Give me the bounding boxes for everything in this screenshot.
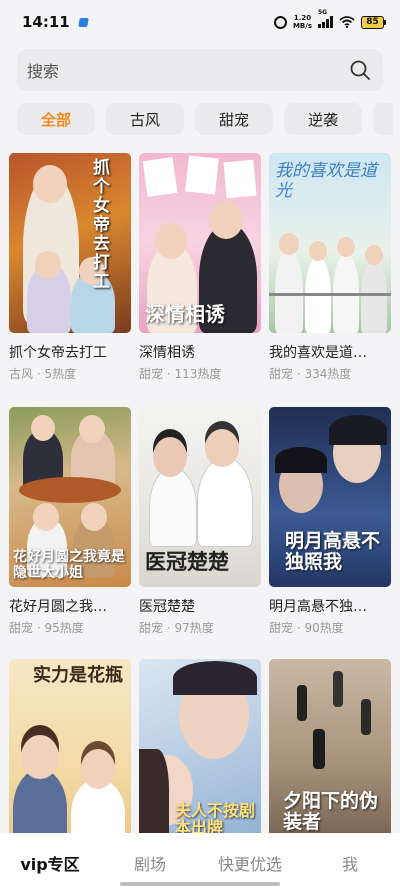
home-indicator[interactable] [120, 882, 280, 886]
drama-poster[interactable]: 夕阳下的伪装者 [269, 659, 391, 849]
poster-title-art: 明月高悬不独照我 [285, 530, 381, 574]
nav-theater[interactable]: 剧场 [100, 851, 200, 875]
drama-poster[interactable]: 花好月圆之我竟是隐世大小姐 [9, 407, 131, 587]
notification-icon [77, 17, 89, 27]
search-placeholder: 搜索 [27, 62, 60, 81]
drama-meta: 甜宠 · 113热度 [139, 367, 222, 381]
network-type: 5G [318, 9, 328, 16]
drama-card[interactable]: 花好月圆之我竟是隐世大小姐 花好月圆之我… 甜宠 · 95热度 [9, 407, 131, 649]
drama-grid: 抓个女帝去打工 抓个女帝去打工 古风 · 5热度 深情相诱 深情相诱 甜宠 · … [9, 153, 391, 889]
drama-poster[interactable]: 医冠楚楚 [139, 407, 261, 587]
nav-me[interactable]: 我 [300, 851, 400, 875]
drama-title: 抓个女帝去打工 [9, 345, 107, 361]
drama-title: 我的喜欢是道… [269, 345, 367, 361]
drama-card[interactable]: 深情相诱 深情相诱 甜宠 · 113热度 [139, 153, 261, 395]
drama-card[interactable]: 明月高悬不独照我 明月高悬不独… 甜宠 · 90热度 [269, 407, 391, 649]
drama-poster[interactable]: 我的喜欢是道光 [269, 153, 391, 333]
category-tabs: 全部 古风 甜宠 逆袭 [17, 103, 400, 137]
drama-poster[interactable]: 抓个女帝去打工 [9, 153, 131, 333]
tab-all[interactable]: 全部 [17, 103, 95, 135]
search-input[interactable]: 搜索 [17, 49, 383, 91]
drama-card[interactable]: 抓个女帝去打工 抓个女帝去打工 古风 · 5热度 [9, 153, 131, 395]
poster-title-art: 深情相诱 [145, 302, 225, 326]
drama-title: 明月高悬不独… [269, 599, 367, 615]
nav-fast-update[interactable]: 快更优选 [200, 851, 300, 875]
tab-more-partial[interactable] [373, 103, 393, 135]
poster-title-art: 花好月圆之我竟是隐世大小姐 [13, 549, 125, 581]
drama-poster[interactable]: 实力是花瓶 [9, 659, 131, 849]
alarm-icon [273, 15, 287, 29]
drama-meta: 甜宠 · 97热度 [139, 621, 214, 635]
tab-comeback[interactable]: 逆袭 [284, 103, 362, 135]
drama-poster[interactable]: 夫人不按剧本出牌 [139, 659, 261, 849]
drama-meta: 古风 · 5热度 [9, 367, 77, 381]
search-icon[interactable] [349, 59, 371, 81]
poster-title-art: 夫人不按剧本出牌 [175, 800, 256, 838]
tab-ancient[interactable]: 古风 [106, 103, 184, 135]
drama-card[interactable]: 我的喜欢是道光 我的喜欢是道… 甜宠 · 334热度 [269, 153, 391, 395]
drama-meta: 甜宠 · 90热度 [269, 621, 344, 635]
drama-title: 深情相诱 [139, 345, 195, 361]
drama-poster[interactable]: 深情相诱 [139, 153, 261, 333]
status-indicators: 1.20 MB/s 5G 85 [273, 9, 386, 30]
drama-title: 医冠楚楚 [139, 599, 195, 615]
network-speed: 1.20 MB/s [293, 14, 312, 30]
battery-level: 85 [361, 15, 384, 29]
drama-meta: 甜宠 · 334热度 [269, 367, 352, 381]
wifi-icon [339, 16, 355, 28]
poster-title-art: 抓个女帝去打工 [93, 158, 110, 292]
poster-title-art: 医冠楚楚 [145, 548, 229, 574]
tab-sweet[interactable]: 甜宠 [195, 103, 273, 135]
speed-value: 1.20 [293, 14, 312, 22]
nav-vip[interactable]: vip专区 [0, 851, 100, 875]
poster-title-art: 实力是花瓶 [33, 665, 123, 686]
drama-title: 花好月圆之我… [9, 599, 107, 615]
battery-icon: 85 [361, 15, 386, 29]
speed-unit: MB/s [292, 22, 312, 30]
drama-meta: 甜宠 · 95热度 [9, 621, 84, 635]
status-time: 14:11 [22, 13, 70, 31]
status-bar: 14:11 1.20 MB/s 5G 85 [0, 0, 400, 44]
drama-poster[interactable]: 明月高悬不独照我 [269, 407, 391, 587]
poster-title-art: 夕阳下的伪装者 [283, 790, 379, 834]
bottom-nav: vip专区 剧场 快更优选 我 [0, 833, 400, 889]
drama-card[interactable]: 医冠楚楚 医冠楚楚 甜宠 · 97热度 [139, 407, 261, 649]
signal-icon: 5G [318, 9, 333, 28]
poster-title-art: 我的喜欢是道光 [275, 161, 377, 201]
